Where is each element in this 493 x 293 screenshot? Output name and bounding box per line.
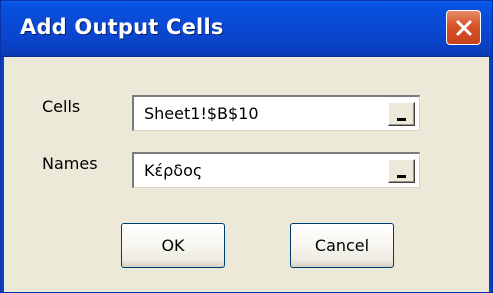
close-button[interactable] [446,10,481,45]
cells-value: Sheet1!$B$10 [144,104,259,123]
cells-range-select-button[interactable] [388,102,415,126]
dialog-title: Add Output Cells [20,15,224,39]
dialog-body: Cells Sheet1!$B$10 Names Κέρδος OK Cance… [1,57,492,292]
cells-label: Cells [42,97,81,116]
title-bar[interactable]: Add Output Cells [1,1,492,57]
names-label: Names [42,154,98,173]
names-value: Κέρδος [144,161,203,180]
range-select-icon [397,175,406,178]
cells-field[interactable]: Sheet1!$B$10 [132,95,420,131]
add-output-cells-dialog: Add Output Cells Cells Sheet1!$B$10 Name… [0,0,493,293]
cancel-button[interactable]: Cancel [290,223,394,268]
close-icon [456,20,471,35]
ok-button[interactable]: OK [121,223,225,268]
range-select-icon [397,118,406,121]
names-range-select-button[interactable] [388,159,415,183]
names-field[interactable]: Κέρδος [132,152,420,188]
